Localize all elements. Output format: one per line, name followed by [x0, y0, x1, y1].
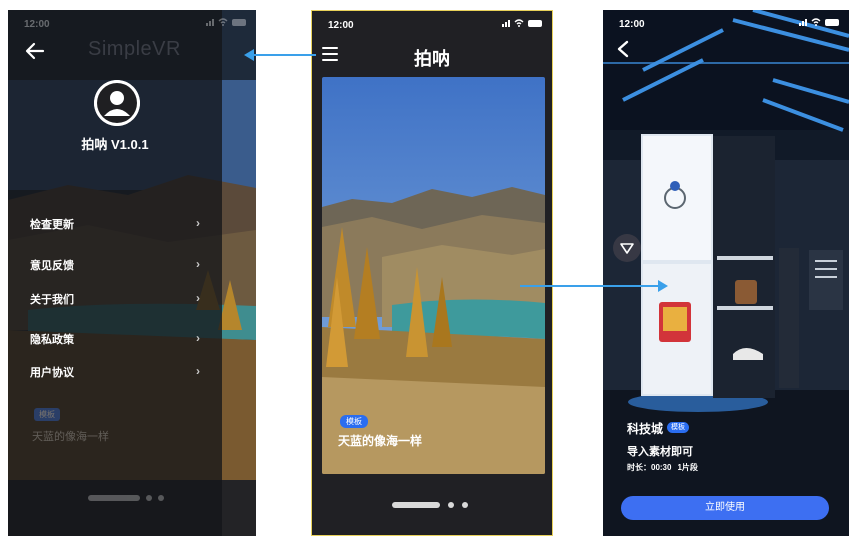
template-subtitle: 导入素材即可: [627, 446, 693, 458]
template-caption: 天蓝的像海一样: [338, 434, 423, 448]
menu-item-about[interactable]: 关于我们 ›: [30, 291, 200, 311]
chevron-left-icon[interactable]: [615, 40, 631, 58]
chevron-right-icon: ›: [196, 291, 200, 305]
arrow-left-icon[interactable]: [24, 40, 46, 62]
menu-item-label: 关于我们: [30, 294, 74, 306]
menu-item-label: 用户协议: [30, 367, 74, 379]
menu-item-label: 隐私政策: [30, 334, 74, 346]
wifi-icon: [811, 18, 821, 26]
battery-icon: [528, 19, 542, 27]
menu-item-user-agreement[interactable]: 用户协议 ›: [30, 364, 200, 384]
status-icons: [206, 18, 246, 26]
status-icons: [502, 19, 542, 27]
main-screen: 12:00 拍呐 模板 天蓝的像海一样: [311, 10, 553, 536]
vr-preview-screen: 12:00 科技城 模板 导入素材即可 时长：00:30 1片段 立即使用: [603, 10, 849, 536]
status-bar: 12:00: [312, 11, 552, 37]
signal-icon: [799, 18, 807, 26]
template-name: 科技城: [627, 422, 664, 436]
menu-item-label: 检查更新: [30, 219, 74, 231]
status-time: 12:00: [328, 20, 354, 31]
drawer-screen: 12:00 SimpleVR 拍呐 V1.0.1 检查更新 › 意见反馈 › 关…: [8, 10, 256, 536]
status-time: 12:00: [619, 19, 645, 30]
wifi-icon: [514, 19, 524, 27]
signal-icon: [502, 19, 510, 27]
duration-value: 时长：00:30: [627, 463, 672, 472]
page-indicator-dot[interactable]: [462, 502, 468, 508]
menu-item-feedback[interactable]: 意见反馈 ›: [30, 257, 200, 277]
vr-view-icon[interactable]: [613, 234, 641, 262]
page-indicator-active[interactable]: [392, 502, 440, 508]
app-version: 拍呐 V1.0.1: [81, 137, 149, 152]
app-title: SimpleVR: [88, 38, 181, 60]
chevron-right-icon: ›: [196, 364, 200, 378]
signal-icon: [206, 18, 214, 26]
status-time: 12:00: [24, 19, 50, 30]
battery-icon: [232, 18, 246, 26]
status-icons: [799, 18, 839, 26]
page-indicator-dot[interactable]: [448, 502, 454, 508]
status-bar: 12:00: [603, 10, 849, 36]
template-tag: 模板: [340, 415, 368, 428]
page-indicator-dot: [146, 495, 152, 501]
user-avatar-icon[interactable]: [94, 80, 140, 126]
wifi-icon: [218, 18, 228, 26]
menu-item-check-update[interactable]: 检查更新 ›: [30, 216, 200, 236]
page-indicator-dot: [158, 495, 164, 501]
use-now-button[interactable]: 立即使用: [621, 496, 829, 520]
template-caption: 天蓝的像海一样: [32, 431, 109, 443]
segment-count: 1片段: [677, 463, 698, 472]
menu-item-label: 意见反馈: [30, 260, 74, 272]
template-duration: 时长：00:30 1片段: [627, 462, 698, 473]
template-badge: 模板: [667, 422, 689, 433]
battery-icon: [825, 18, 839, 26]
menu-item-privacy[interactable]: 隐私政策 ›: [30, 331, 200, 351]
status-bar: 12:00: [8, 10, 256, 36]
page-indicator: [88, 495, 164, 501]
chevron-right-icon: ›: [196, 257, 200, 271]
template-tag: 模板: [34, 408, 60, 421]
chevron-right-icon: ›: [196, 331, 200, 345]
chevron-right-icon: ›: [196, 216, 200, 230]
page-indicator-active: [88, 495, 140, 501]
page-indicator: [392, 502, 468, 508]
page-title: 拍呐: [414, 49, 450, 69]
storyboard: 12:00 SimpleVR 拍呐 V1.0.1 检查更新 › 意见反馈 › 关…: [0, 0, 856, 548]
